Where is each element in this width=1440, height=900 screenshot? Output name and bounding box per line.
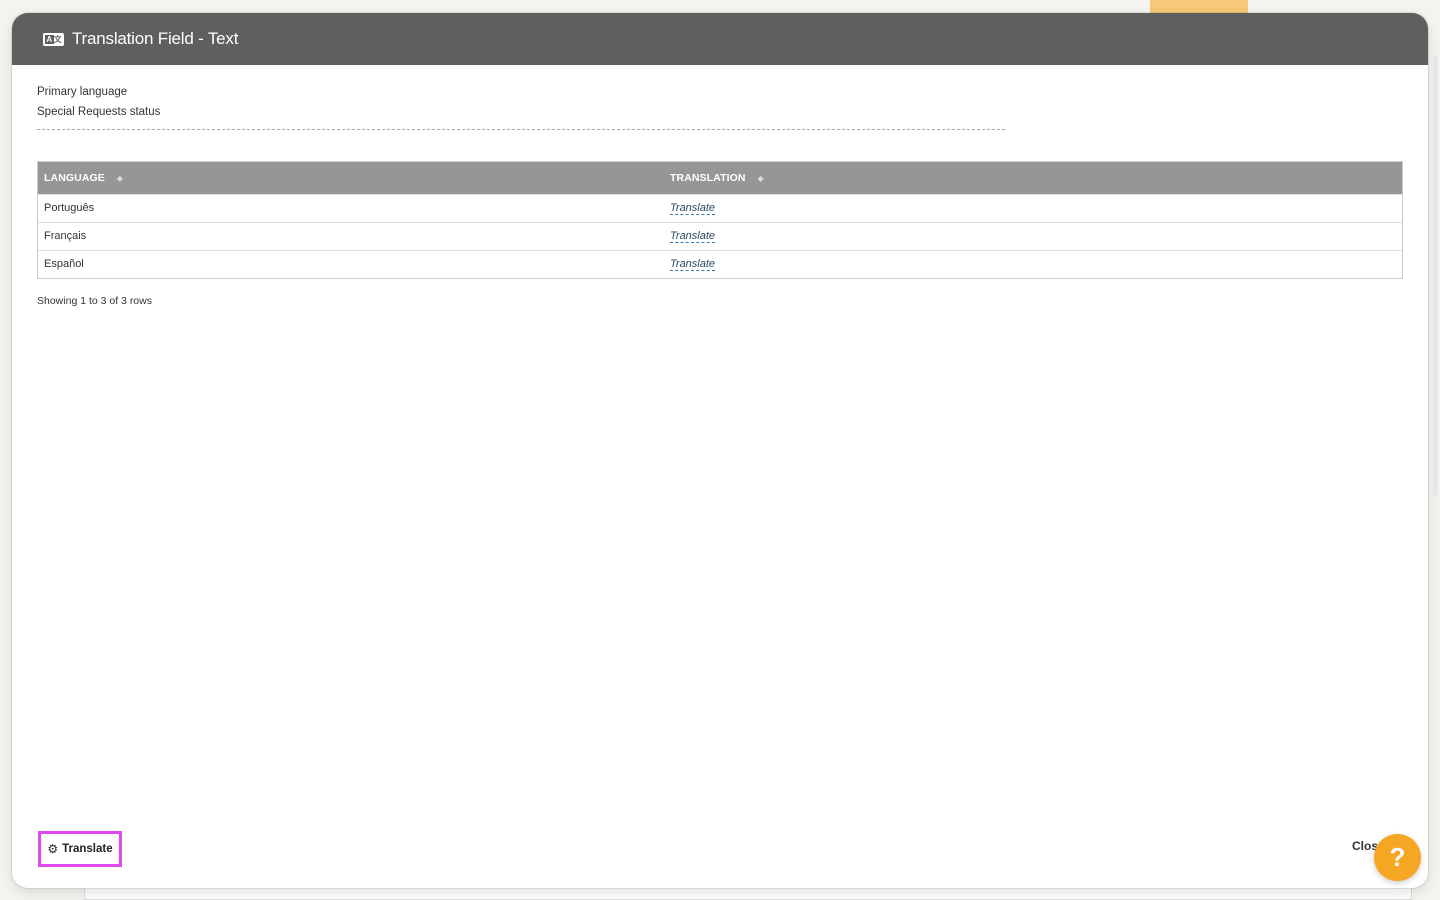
sort-icon[interactable]: ◆ (758, 174, 764, 183)
divider (37, 129, 1005, 130)
translate-link[interactable]: Translate (670, 258, 716, 272)
translate-link[interactable]: Translate (670, 202, 716, 215)
language-cell: Español (44, 258, 84, 271)
table-header-row: LANGUAGE ◆ TRANSLATION ◆ (38, 162, 1402, 194)
table-row: Français Translate (38, 222, 1402, 250)
rows-info: Showing 1 to 3 of 3 rows (37, 295, 152, 307)
field-info: Primary language Special Requests status (12, 65, 1428, 124)
table-row: Português Translate (38, 194, 1402, 222)
modal-title: Translation Field - Text (72, 29, 239, 48)
column-header-translation[interactable]: TRANSLATION ◆ (664, 162, 1402, 194)
sort-icon[interactable]: ◆ (117, 174, 123, 183)
scrollbar[interactable] (1433, 56, 1438, 496)
background-tab (1150, 0, 1248, 14)
language-cell: Português (44, 202, 95, 214)
translate-button-label: Translate (62, 843, 113, 855)
table-row: Español Translate (38, 250, 1402, 278)
translate-link[interactable]: Translate (670, 230, 716, 243)
modal-header: A文 Translation Field - Text (12, 13, 1428, 65)
help-button[interactable]: ? (1374, 834, 1421, 881)
column-header-language[interactable]: LANGUAGE ◆ (38, 162, 664, 194)
field-name: Special Requests status (37, 106, 161, 118)
gear-icon: ⚙ (47, 842, 59, 856)
primary-language-label: Primary language (37, 86, 128, 98)
translation-modal: A文 Translation Field - Text Primary lang… (12, 13, 1428, 888)
translations-table: LANGUAGE ◆ TRANSLATION ◆ Português Transla… (37, 161, 1403, 279)
translate-icon: A文 (43, 32, 64, 46)
translate-button[interactable]: ⚙ Translate (38, 831, 122, 867)
language-cell: Français (44, 230, 87, 242)
